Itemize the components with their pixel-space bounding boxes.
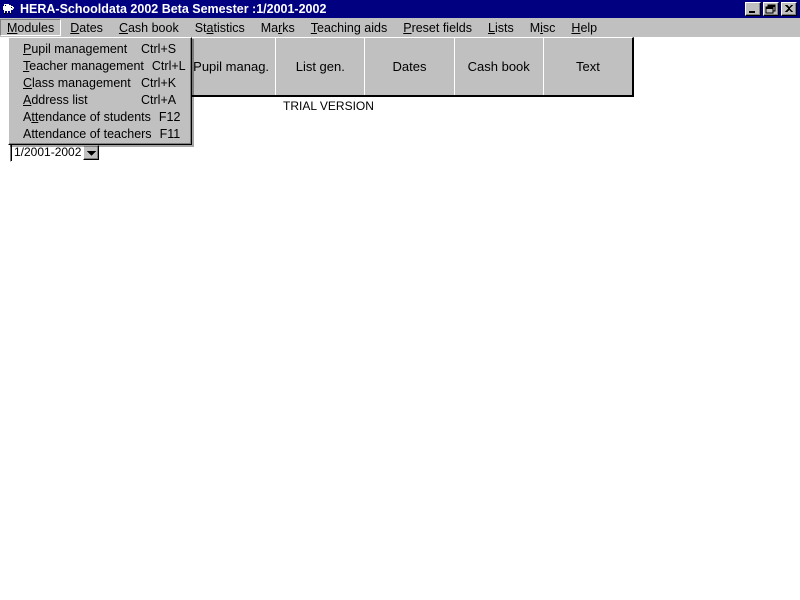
window-title: HERA-Schooldata 2002 Beta Semester :1/20… xyxy=(20,2,327,16)
restore-button[interactable] xyxy=(763,2,779,16)
menu-item-teacher-management[interactable]: Teacher management Ctrl+L xyxy=(9,57,191,74)
menu-item-label: Class management xyxy=(23,75,131,90)
toolbar-button-list-gen[interactable]: List gen. xyxy=(276,38,366,95)
menu-cash-book[interactable]: Cash book xyxy=(112,19,186,36)
trial-version-label: TRIAL VERSION xyxy=(283,99,374,113)
menu-statistics[interactable]: Statistics xyxy=(188,19,252,36)
toolbar-button-cash-book[interactable]: Cash book xyxy=(454,38,544,95)
menu-teaching-aids[interactable]: Teaching aids xyxy=(304,19,394,36)
toolbar-button-pupil-manag[interactable]: Pupil manag. xyxy=(187,38,277,95)
menu-dates[interactable]: Dates xyxy=(63,19,110,36)
application-window: HERA-Schooldata 2002 Beta Semester :1/20… xyxy=(0,0,800,600)
minimize-button[interactable] xyxy=(745,2,761,16)
menu-preset-fields[interactable]: Preset fields xyxy=(396,19,479,36)
modules-dropdown-menu: Pupil management Ctrl+S Teacher manageme… xyxy=(8,37,192,145)
menu-item-attendance-of-teachers[interactable]: Attendance of teachers F11 xyxy=(9,125,191,142)
menu-item-shortcut: Ctrl+A xyxy=(141,92,177,107)
menu-item-shortcut: Ctrl+L xyxy=(151,58,186,73)
menu-lists[interactable]: Lists xyxy=(481,19,521,36)
menu-item-label: Teacher management xyxy=(23,58,144,73)
menu-item-class-management[interactable]: Class management Ctrl+K xyxy=(9,74,191,91)
app-icon xyxy=(1,1,17,17)
menu-help[interactable]: Help xyxy=(564,19,604,36)
title-bar: HERA-Schooldata 2002 Beta Semester :1/20… xyxy=(0,0,800,18)
menu-item-label: Attendance of teachers xyxy=(23,126,152,141)
toolbar-button-text[interactable]: Text xyxy=(543,38,633,95)
menu-item-label: Address list xyxy=(23,92,88,107)
menu-item-shortcut: Ctrl+K xyxy=(141,75,177,90)
close-button[interactable] xyxy=(781,2,797,16)
menu-item-label: Pupil management xyxy=(23,41,128,56)
chevron-down-icon[interactable] xyxy=(83,145,99,160)
menu-item-attendance-of-students[interactable]: Attendance of students F12 xyxy=(9,108,191,125)
semester-select-value: 1/2001-2002 xyxy=(14,145,82,159)
menu-item-label: Attendance of students xyxy=(23,109,151,124)
toolbar-panel: Pupil manag. List gen. Dates Cash book T… xyxy=(186,37,634,97)
menu-marks[interactable]: Marks xyxy=(254,19,302,36)
menu-misc[interactable]: Misc xyxy=(523,19,563,36)
menu-item-shortcut: F11 xyxy=(159,126,181,141)
menu-item-shortcut: Ctrl+S xyxy=(141,41,177,56)
menu-item-shortcut: F12 xyxy=(158,109,181,124)
menu-item-address-list[interactable]: Address list Ctrl+A xyxy=(9,91,191,108)
window-controls xyxy=(745,2,797,16)
semester-select[interactable]: 1/2001-2002 xyxy=(10,143,102,162)
menu-modules[interactable]: Modules xyxy=(0,19,62,36)
toolbar-button-dates[interactable]: Dates xyxy=(365,38,455,95)
menu-item-pupil-management[interactable]: Pupil management Ctrl+S xyxy=(9,40,191,57)
menu-bar: Modules Dates Cash book Statistics Marks… xyxy=(0,18,800,37)
